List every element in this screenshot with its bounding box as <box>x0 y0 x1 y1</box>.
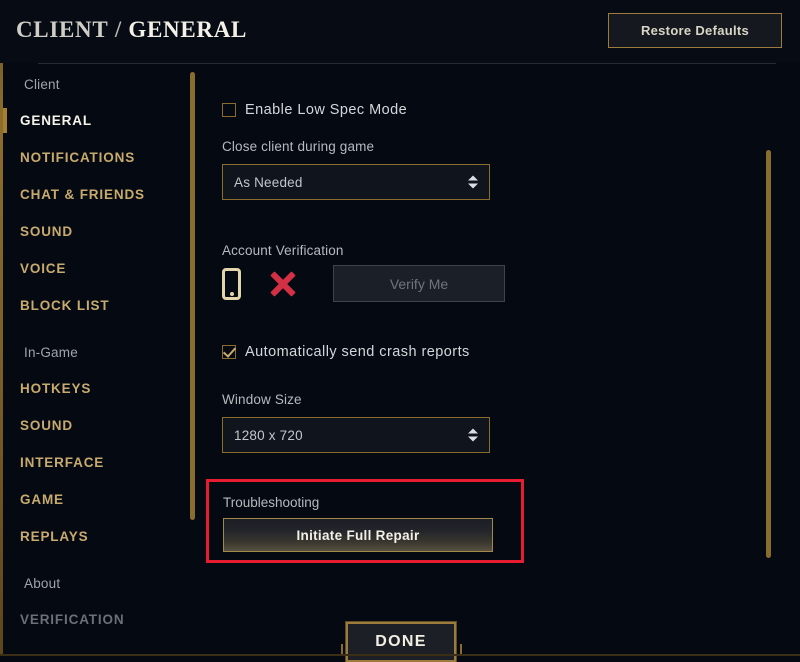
content-scrollbar-thumb[interactable] <box>766 150 771 558</box>
account-verification-row: Verify Me <box>222 265 505 302</box>
settings-panel: Enable Low Spec Mode Close client during… <box>206 68 766 608</box>
close-client-dropdown[interactable]: As Needed <box>222 164 490 200</box>
sidebar-item-chat-friends[interactable]: CHAT & FRIENDS <box>0 176 192 213</box>
chevron-updown-icon[interactable] <box>468 175 478 189</box>
window-size-dropdown[interactable]: 1280 x 720 <box>222 417 490 453</box>
sidebar-item-replays[interactable]: REPLAYS <box>0 518 192 555</box>
close-client-label: Close client during game <box>222 139 375 154</box>
mobile-phone-icon <box>222 267 241 300</box>
window-size-label: Window Size <box>222 392 302 407</box>
sidebar-item-notifications[interactable]: NOTIFICATIONS <box>0 139 192 176</box>
checkbox-checked-icon[interactable] <box>222 345 236 359</box>
verify-me-button[interactable]: Verify Me <box>333 265 505 302</box>
sidebar-item-sound[interactable]: SOUND <box>0 407 192 444</box>
sidebar-item-general[interactable]: GENERAL <box>0 102 192 139</box>
sidebar-item-sound[interactable]: SOUND <box>0 213 192 250</box>
window-size-value: 1280 x 720 <box>234 427 303 443</box>
nav-section-header-in-game: In-Game <box>24 345 78 360</box>
sidebar-nav: Client GENERAL NOTIFICATIONS CHAT & FRIENDS… <box>0 68 192 656</box>
crash-reports-checkbox-row[interactable]: Automatically send crash reports <box>222 344 470 360</box>
nav-section-header-client: Client <box>24 77 60 92</box>
header-bar: CLIENT / GENERAL Restore Defaults <box>0 0 800 63</box>
done-button[interactable]: DONE <box>345 621 457 662</box>
breadcrumb-root[interactable]: CLIENT <box>16 17 108 42</box>
low-spec-mode-checkbox-row[interactable]: Enable Low Spec Mode <box>222 102 407 118</box>
header-divider <box>38 63 776 64</box>
restore-defaults-button[interactable]: Restore Defaults <box>608 13 782 48</box>
troubleshooting-label: Troubleshooting <box>223 495 320 510</box>
low-spec-mode-label: Enable Low Spec Mode <box>245 102 408 118</box>
account-verification-label: Account Verification <box>222 243 344 258</box>
troubleshooting-highlight-box: Troubleshooting Initiate Full Repair <box>206 479 524 563</box>
breadcrumb: CLIENT / GENERAL <box>16 17 247 43</box>
footer-bar: DONE <box>0 612 800 662</box>
crash-reports-label: Automatically send crash reports <box>245 344 470 360</box>
chevron-updown-icon[interactable] <box>468 428 478 442</box>
sidebar-item-game[interactable]: GAME <box>0 481 192 518</box>
checkbox-unchecked-icon[interactable] <box>222 103 236 117</box>
breadcrumb-separator: / <box>114 17 122 42</box>
red-x-icon <box>268 269 298 299</box>
sidebar-item-block-list[interactable]: BLOCK LIST <box>0 287 192 324</box>
sidebar-item-hotkeys[interactable]: HOTKEYS <box>0 370 192 407</box>
initiate-full-repair-button[interactable]: Initiate Full Repair <box>223 518 493 552</box>
close-client-value: As Needed <box>234 174 303 190</box>
sidebar-scrollbar-thumb[interactable] <box>190 72 195 520</box>
sidebar-item-interface[interactable]: INTERFACE <box>0 444 192 481</box>
nav-section-header-about: About <box>24 576 61 591</box>
sidebar-item-voice[interactable]: VOICE <box>0 250 192 287</box>
breadcrumb-current: GENERAL <box>128 17 248 42</box>
